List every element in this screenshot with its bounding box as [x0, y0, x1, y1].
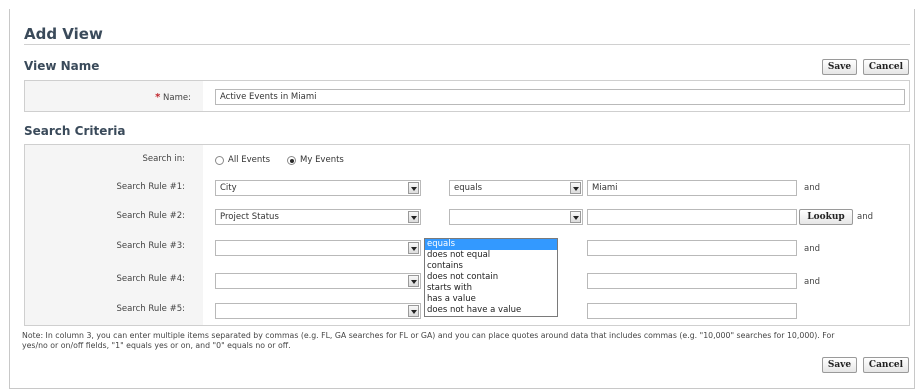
search-in-label: Search in:	[142, 154, 185, 164]
rule-5-value-input[interactable]	[587, 303, 797, 319]
view-name-panel: * Name: Active Events in Miami	[24, 80, 910, 112]
rule-3-value-input[interactable]	[587, 240, 797, 256]
rule-2-label: Search Rule #2:	[116, 211, 185, 221]
radio-all-events-label: All Events	[228, 155, 271, 165]
chevron-down-icon[interactable]	[408, 242, 419, 254]
rule-4-conjunction: and	[804, 277, 820, 287]
dropdown-option[interactable]: does not equal	[425, 250, 557, 261]
name-label-wrap: * Name:	[31, 92, 191, 103]
rule-1-field-select[interactable]: City	[215, 180, 421, 196]
name-label: Name:	[163, 93, 191, 103]
cancel-button-bottom[interactable]: Cancel	[863, 357, 909, 373]
rule-1-operator-select[interactable]: equals	[449, 180, 583, 196]
help-note-line-1: Note: In column 3, you can enter multipl…	[22, 331, 835, 340]
rule-1-label: Search Rule #1:	[116, 182, 185, 192]
rule-5-label: Search Rule #5:	[116, 304, 185, 314]
chevron-down-icon[interactable]	[408, 211, 419, 223]
rule-1-field-value: City	[220, 183, 237, 193]
rule-3-field-select[interactable]	[215, 240, 421, 256]
rule-3-conjunction: and	[804, 244, 820, 254]
rule-4-value-input[interactable]	[587, 273, 797, 289]
title-divider	[24, 44, 910, 45]
radio-all-events[interactable]	[215, 156, 224, 165]
rule-4-field-select[interactable]	[215, 273, 421, 289]
dropdown-option[interactable]: starts with	[425, 283, 557, 294]
dropdown-option[interactable]: does not have a value	[425, 305, 557, 316]
operator-dropdown-list[interactable]: equals does not equal contains does not …	[424, 238, 558, 317]
dropdown-option[interactable]: contains	[425, 261, 557, 272]
chevron-down-icon[interactable]	[570, 211, 581, 223]
chevron-down-icon[interactable]	[408, 182, 419, 194]
lookup-button[interactable]: Lookup	[799, 209, 853, 225]
rule-2-field-value: Project Status	[220, 212, 279, 222]
rule-1-operator-value: equals	[454, 183, 483, 193]
rule-1-conjunction: and	[804, 183, 820, 193]
chevron-down-icon[interactable]	[408, 305, 419, 317]
rule-1-value-input[interactable]: Miami	[587, 180, 797, 196]
rule-2-field-select[interactable]: Project Status	[215, 209, 421, 225]
cancel-button-top[interactable]: Cancel	[863, 59, 909, 75]
chevron-down-icon[interactable]	[408, 275, 419, 287]
required-marker: *	[155, 92, 161, 103]
dropdown-option[interactable]: equals	[425, 239, 557, 250]
rule-2-conjunction: and	[857, 212, 873, 222]
search-label-col: Search in: Search Rule #1: Search Rule #…	[25, 145, 204, 325]
view-name-label-col: * Name:	[25, 81, 204, 111]
name-input[interactable]: Active Events in Miami	[215, 89, 905, 105]
view-name-value-col: Active Events in Miami	[203, 81, 909, 111]
save-button-bottom[interactable]: Save	[822, 357, 857, 373]
radio-my-events[interactable]	[287, 156, 296, 165]
rule-4-label: Search Rule #4:	[116, 274, 185, 284]
rule-5-field-select[interactable]	[215, 303, 421, 319]
rule-2-operator-select[interactable]	[449, 209, 583, 225]
dropdown-option[interactable]: has a value	[425, 294, 557, 305]
rule-2-value-input[interactable]	[587, 209, 797, 225]
view-name-section-title: View Name	[24, 59, 100, 73]
help-note-line-2: yes/no or on/off fields, "1" equals yes …	[22, 341, 291, 350]
radio-my-events-label: My Events	[300, 155, 344, 165]
dropdown-option[interactable]: does not contain	[425, 272, 557, 283]
page-title: Add View	[24, 25, 103, 43]
rule-3-label: Search Rule #3:	[116, 241, 185, 251]
chevron-down-icon[interactable]	[570, 182, 581, 194]
help-note: Note: In column 3, you can enter multipl…	[22, 331, 912, 351]
save-button-top[interactable]: Save	[822, 59, 857, 75]
search-criteria-section-title: Search Criteria	[24, 124, 126, 138]
